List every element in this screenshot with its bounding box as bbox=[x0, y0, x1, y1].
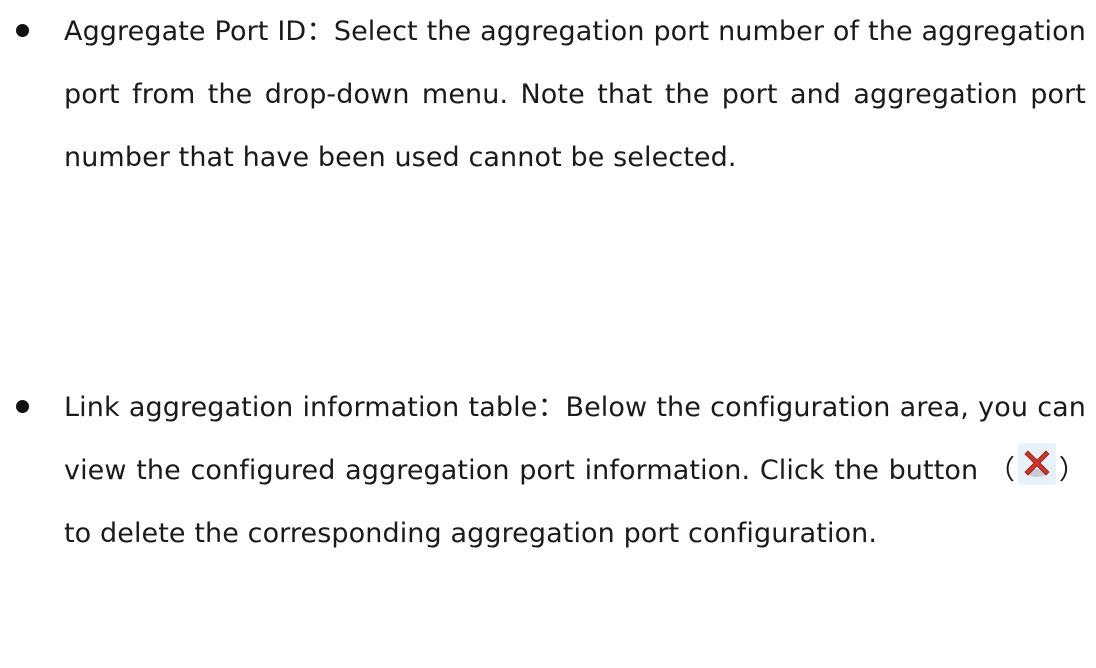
delete-x-icon bbox=[1017, 443, 1056, 485]
bullet-label: Link aggregation information table bbox=[64, 392, 538, 423]
bullet-paragraph: Link aggregation information table：Below… bbox=[64, 376, 1086, 565]
label-separator: ： bbox=[537, 392, 566, 423]
bullet-dot-icon bbox=[16, 24, 29, 37]
bullet-dot-icon bbox=[16, 400, 29, 413]
bullet-label: Aggregate Port ID bbox=[64, 16, 307, 47]
label-separator: ： bbox=[306, 16, 334, 47]
document-page: Aggregate Port ID：Select the aggregation… bbox=[0, 0, 1096, 668]
bullet-paragraph: Aggregate Port ID：Select the aggregation… bbox=[64, 0, 1086, 189]
